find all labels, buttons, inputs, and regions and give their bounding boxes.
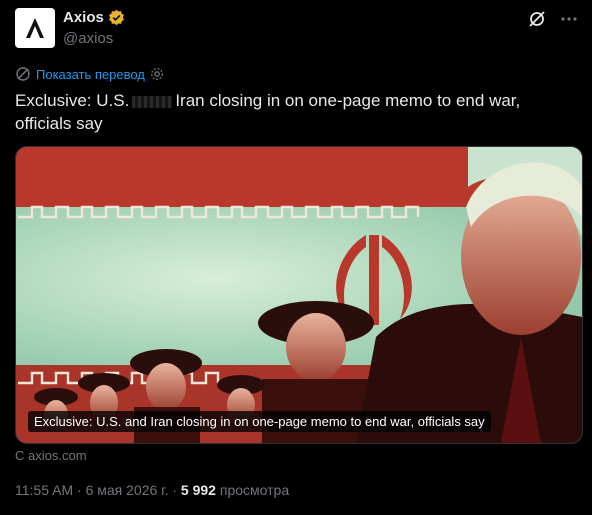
gear-icon[interactable] bbox=[150, 67, 164, 81]
translate-icon bbox=[16, 67, 30, 81]
meta-separator: · bbox=[73, 482, 86, 498]
tweet-text: Exclusive: U.S. Iran closing in on one-pa… bbox=[15, 89, 575, 135]
image-caption: Exclusive: U.S. and Iran closing in on o… bbox=[28, 411, 491, 432]
avatar[interactable] bbox=[15, 8, 55, 48]
views-label: просмотра bbox=[219, 482, 290, 498]
redacted-word bbox=[132, 95, 173, 108]
link-card[interactable]: Exclusive: U.S. and Iran closing in on o… bbox=[15, 146, 583, 444]
tweet-text-part-1: Exclusive: U.S. bbox=[15, 91, 130, 110]
views-count: 5 992 bbox=[180, 482, 216, 498]
verified-badge-icon[interactable] bbox=[108, 9, 125, 26]
article-image bbox=[16, 147, 582, 443]
more-icon[interactable] bbox=[560, 10, 578, 28]
show-translation-link[interactable]: Показать перевод bbox=[15, 66, 164, 82]
show-translation-label[interactable]: Показать перевод bbox=[36, 67, 145, 82]
tweet-time[interactable]: 11:55 AM bbox=[15, 482, 73, 498]
account-handle[interactable]: @axios bbox=[63, 30, 113, 47]
axios-logo-icon bbox=[26, 18, 44, 38]
tweet-meta: 11:55 AM · 6 мая 2026 г. · 5 992 просмот… bbox=[15, 482, 289, 498]
account-name-row[interactable]: Axios bbox=[63, 9, 125, 26]
tweet-top-actions bbox=[528, 10, 578, 28]
source-link[interactable]: С axios.com bbox=[15, 448, 87, 463]
account-name[interactable]: Axios bbox=[63, 9, 104, 26]
meta-separator-2: · bbox=[168, 482, 181, 498]
tweet-date[interactable]: 6 мая 2026 г. bbox=[86, 482, 169, 498]
grok-icon[interactable] bbox=[528, 10, 546, 28]
